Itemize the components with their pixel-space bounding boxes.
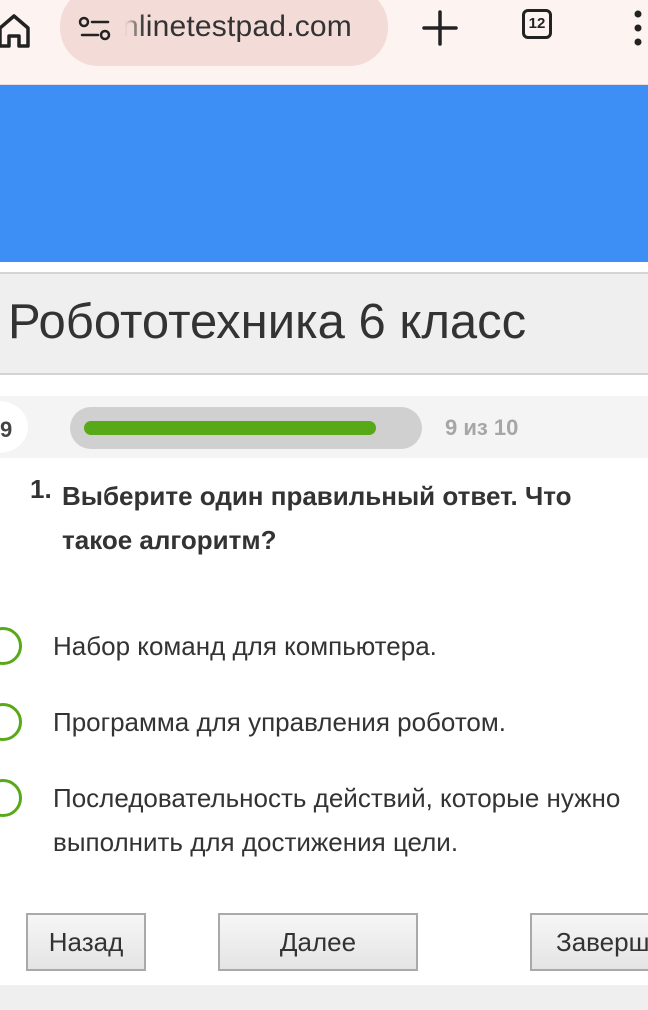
progress-step-badge: 9 (0, 401, 28, 453)
answer-label[interactable]: Набор команд для компьютера. (53, 624, 633, 668)
address-bar[interactable]: nlinetestpad.com (60, 0, 388, 66)
progress-step-number: 9 (0, 417, 13, 442)
next-button[interactable]: Далее (218, 913, 418, 971)
question-text: Выберите один правильный ответ. Что тако… (62, 481, 572, 555)
site-banner (0, 85, 648, 262)
radio-button[interactable] (0, 703, 22, 741)
radio-button[interactable] (0, 779, 22, 817)
answer-label[interactable]: Программа для управления роботом. (53, 700, 633, 744)
progress-bar (70, 407, 422, 449)
page: nlinetestpad.com 12 Робототехника 6 клас… (0, 0, 648, 1010)
site-info-icon[interactable] (78, 15, 112, 43)
progress-bar-fill (84, 421, 376, 435)
browser-toolbar: nlinetestpad.com 12 (0, 0, 648, 85)
url-text[interactable]: nlinetestpad.com (122, 10, 352, 44)
home-icon[interactable] (0, 10, 34, 50)
plus-icon[interactable] (420, 8, 460, 48)
question-number: 1. (30, 474, 52, 504)
radio-button[interactable] (0, 627, 22, 665)
bottom-strip (0, 985, 648, 1010)
title-area: Робототехника 6 класс (0, 272, 648, 375)
page-title: Робототехника 6 класс (8, 295, 527, 349)
finish-button[interactable]: Заверш (530, 913, 648, 971)
progress-row: 9 9 из 10 (0, 396, 648, 458)
back-button[interactable]: Назад (26, 913, 146, 971)
answer-label[interactable]: Последовательность действий, которые нуж… (53, 776, 633, 864)
more-vertical-icon[interactable] (628, 8, 648, 48)
progress-label: 9 из 10 (445, 415, 519, 440)
tabs-icon[interactable]: 12 (522, 9, 552, 39)
url-fade (120, 10, 144, 50)
